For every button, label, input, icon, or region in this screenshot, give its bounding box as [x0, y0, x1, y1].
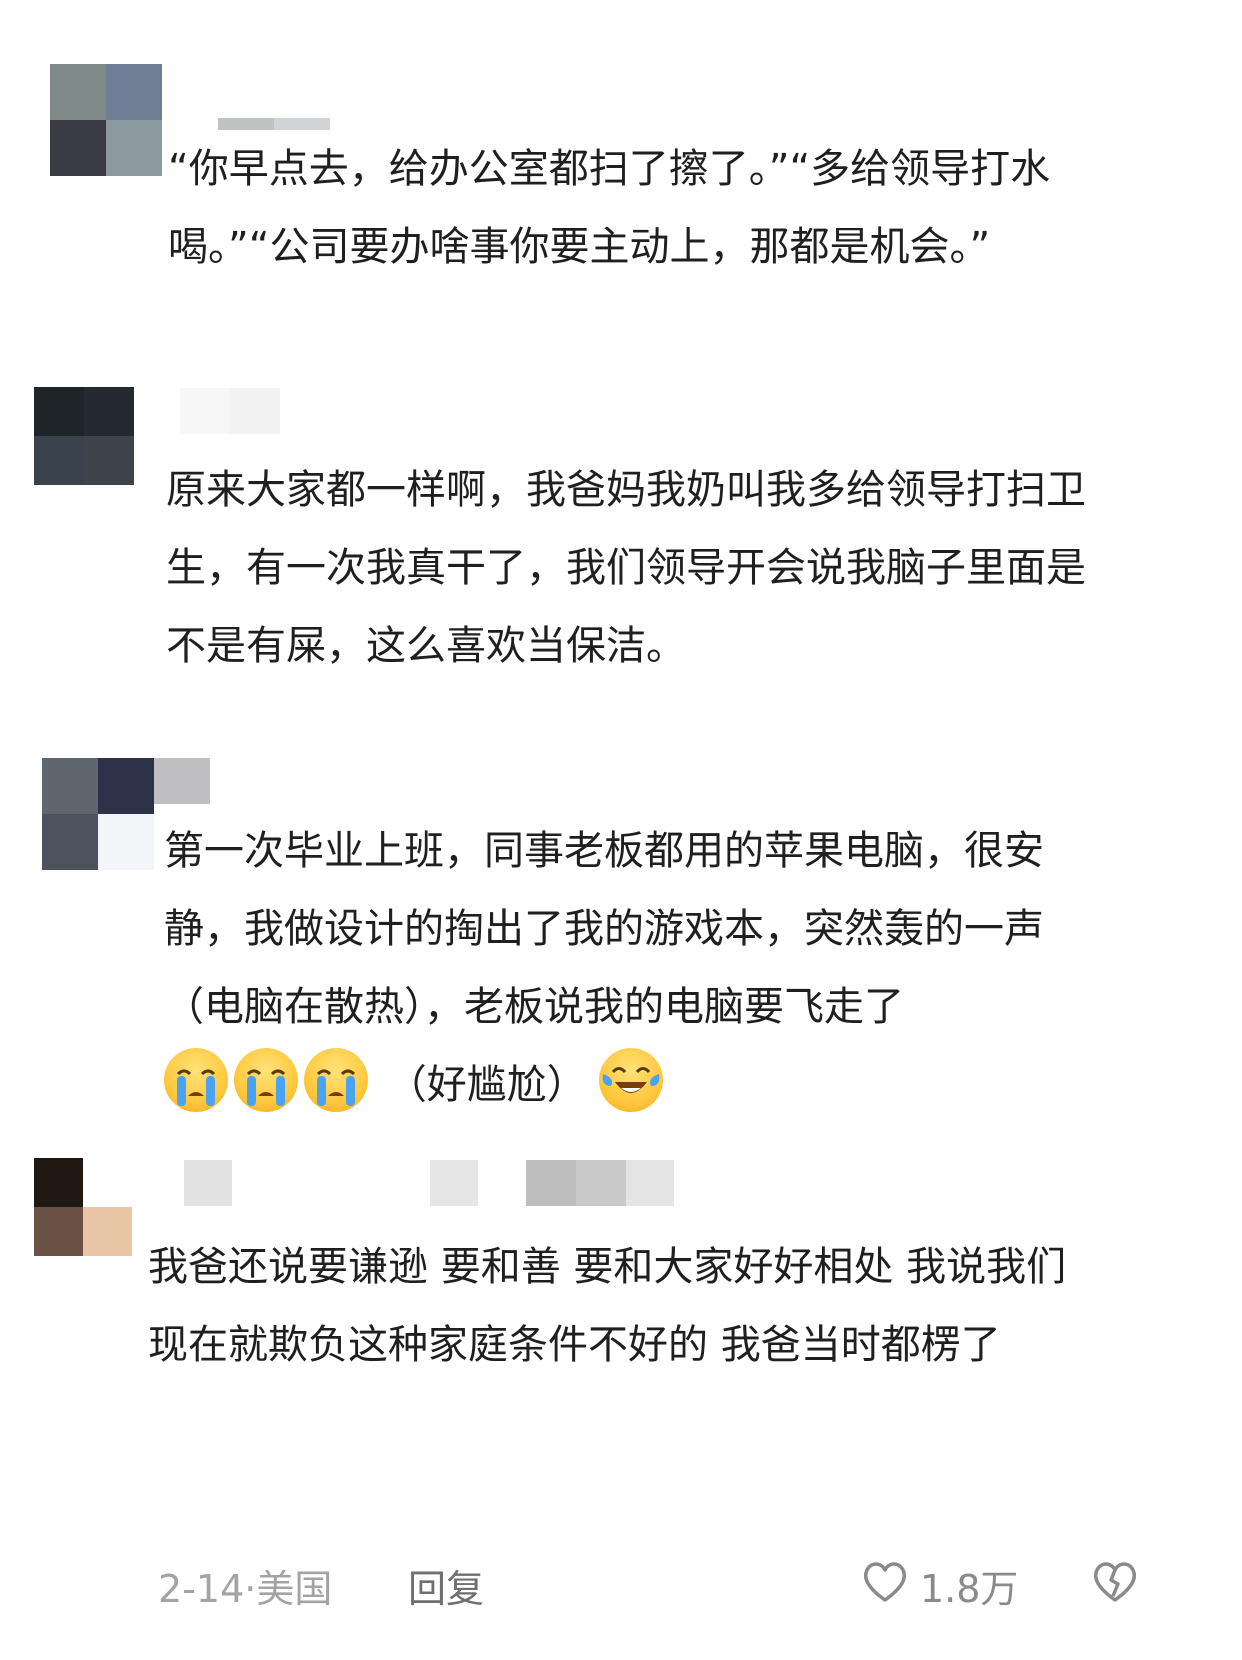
broken-heart-icon[interactable]: [1090, 1556, 1140, 1615]
comment-text: 原来大家都一样啊，我爸妈我奶叫我多给领导打扫卫生，有一次我真干了，我们领导开会说…: [166, 467, 1086, 669]
username[interactable]: [218, 118, 330, 130]
emoji-line-text: （好尴尬）: [386, 1062, 587, 1108]
comment-body: 第一次毕业上班，同事老板都用的苹果电脑，很安静，我做设计的掏出了我的游戏本，突然…: [164, 828, 1044, 1030]
emoji-line: （好尴尬）: [164, 1048, 669, 1112]
reply-button[interactable]: 回复: [408, 1558, 484, 1613]
loudly-crying-face-icon: [234, 1048, 298, 1112]
loudly-crying-face-icon: [304, 1048, 368, 1112]
avatar[interactable]: [34, 387, 134, 485]
comment-date-location: 2-14·美国: [158, 1567, 333, 1611]
username[interactable]: [184, 1160, 674, 1206]
comment-text: 我爸还说要谦逊 要和善 要和大家好好相处 我说我们现在就欺负这种家庭条件不好的 …: [148, 1244, 1067, 1368]
like-count: 1.8万: [920, 1567, 1019, 1611]
avatar[interactable]: [50, 64, 162, 176]
avatar[interactable]: [42, 758, 154, 870]
username[interactable]: [154, 758, 210, 804]
comment-footer: 2-14·美国 回复 1.8万: [0, 1550, 1242, 1620]
comment-text: “你早点去，给办公室都扫了擦了。”“多给领导打水喝。”“公司要办啥事你要主动上，…: [168, 146, 1051, 270]
heart-outline-icon[interactable]: [860, 1556, 910, 1615]
loudly-crying-face-icon: [164, 1048, 228, 1112]
comment-text: 第一次毕业上班，同事老板都用的苹果电脑，很安静，我做设计的掏出了我的游戏本，突然…: [164, 812, 1114, 1124]
tears-of-joy-face-icon: [599, 1048, 664, 1112]
username[interactable]: [180, 388, 280, 434]
avatar[interactable]: [34, 1158, 132, 1256]
